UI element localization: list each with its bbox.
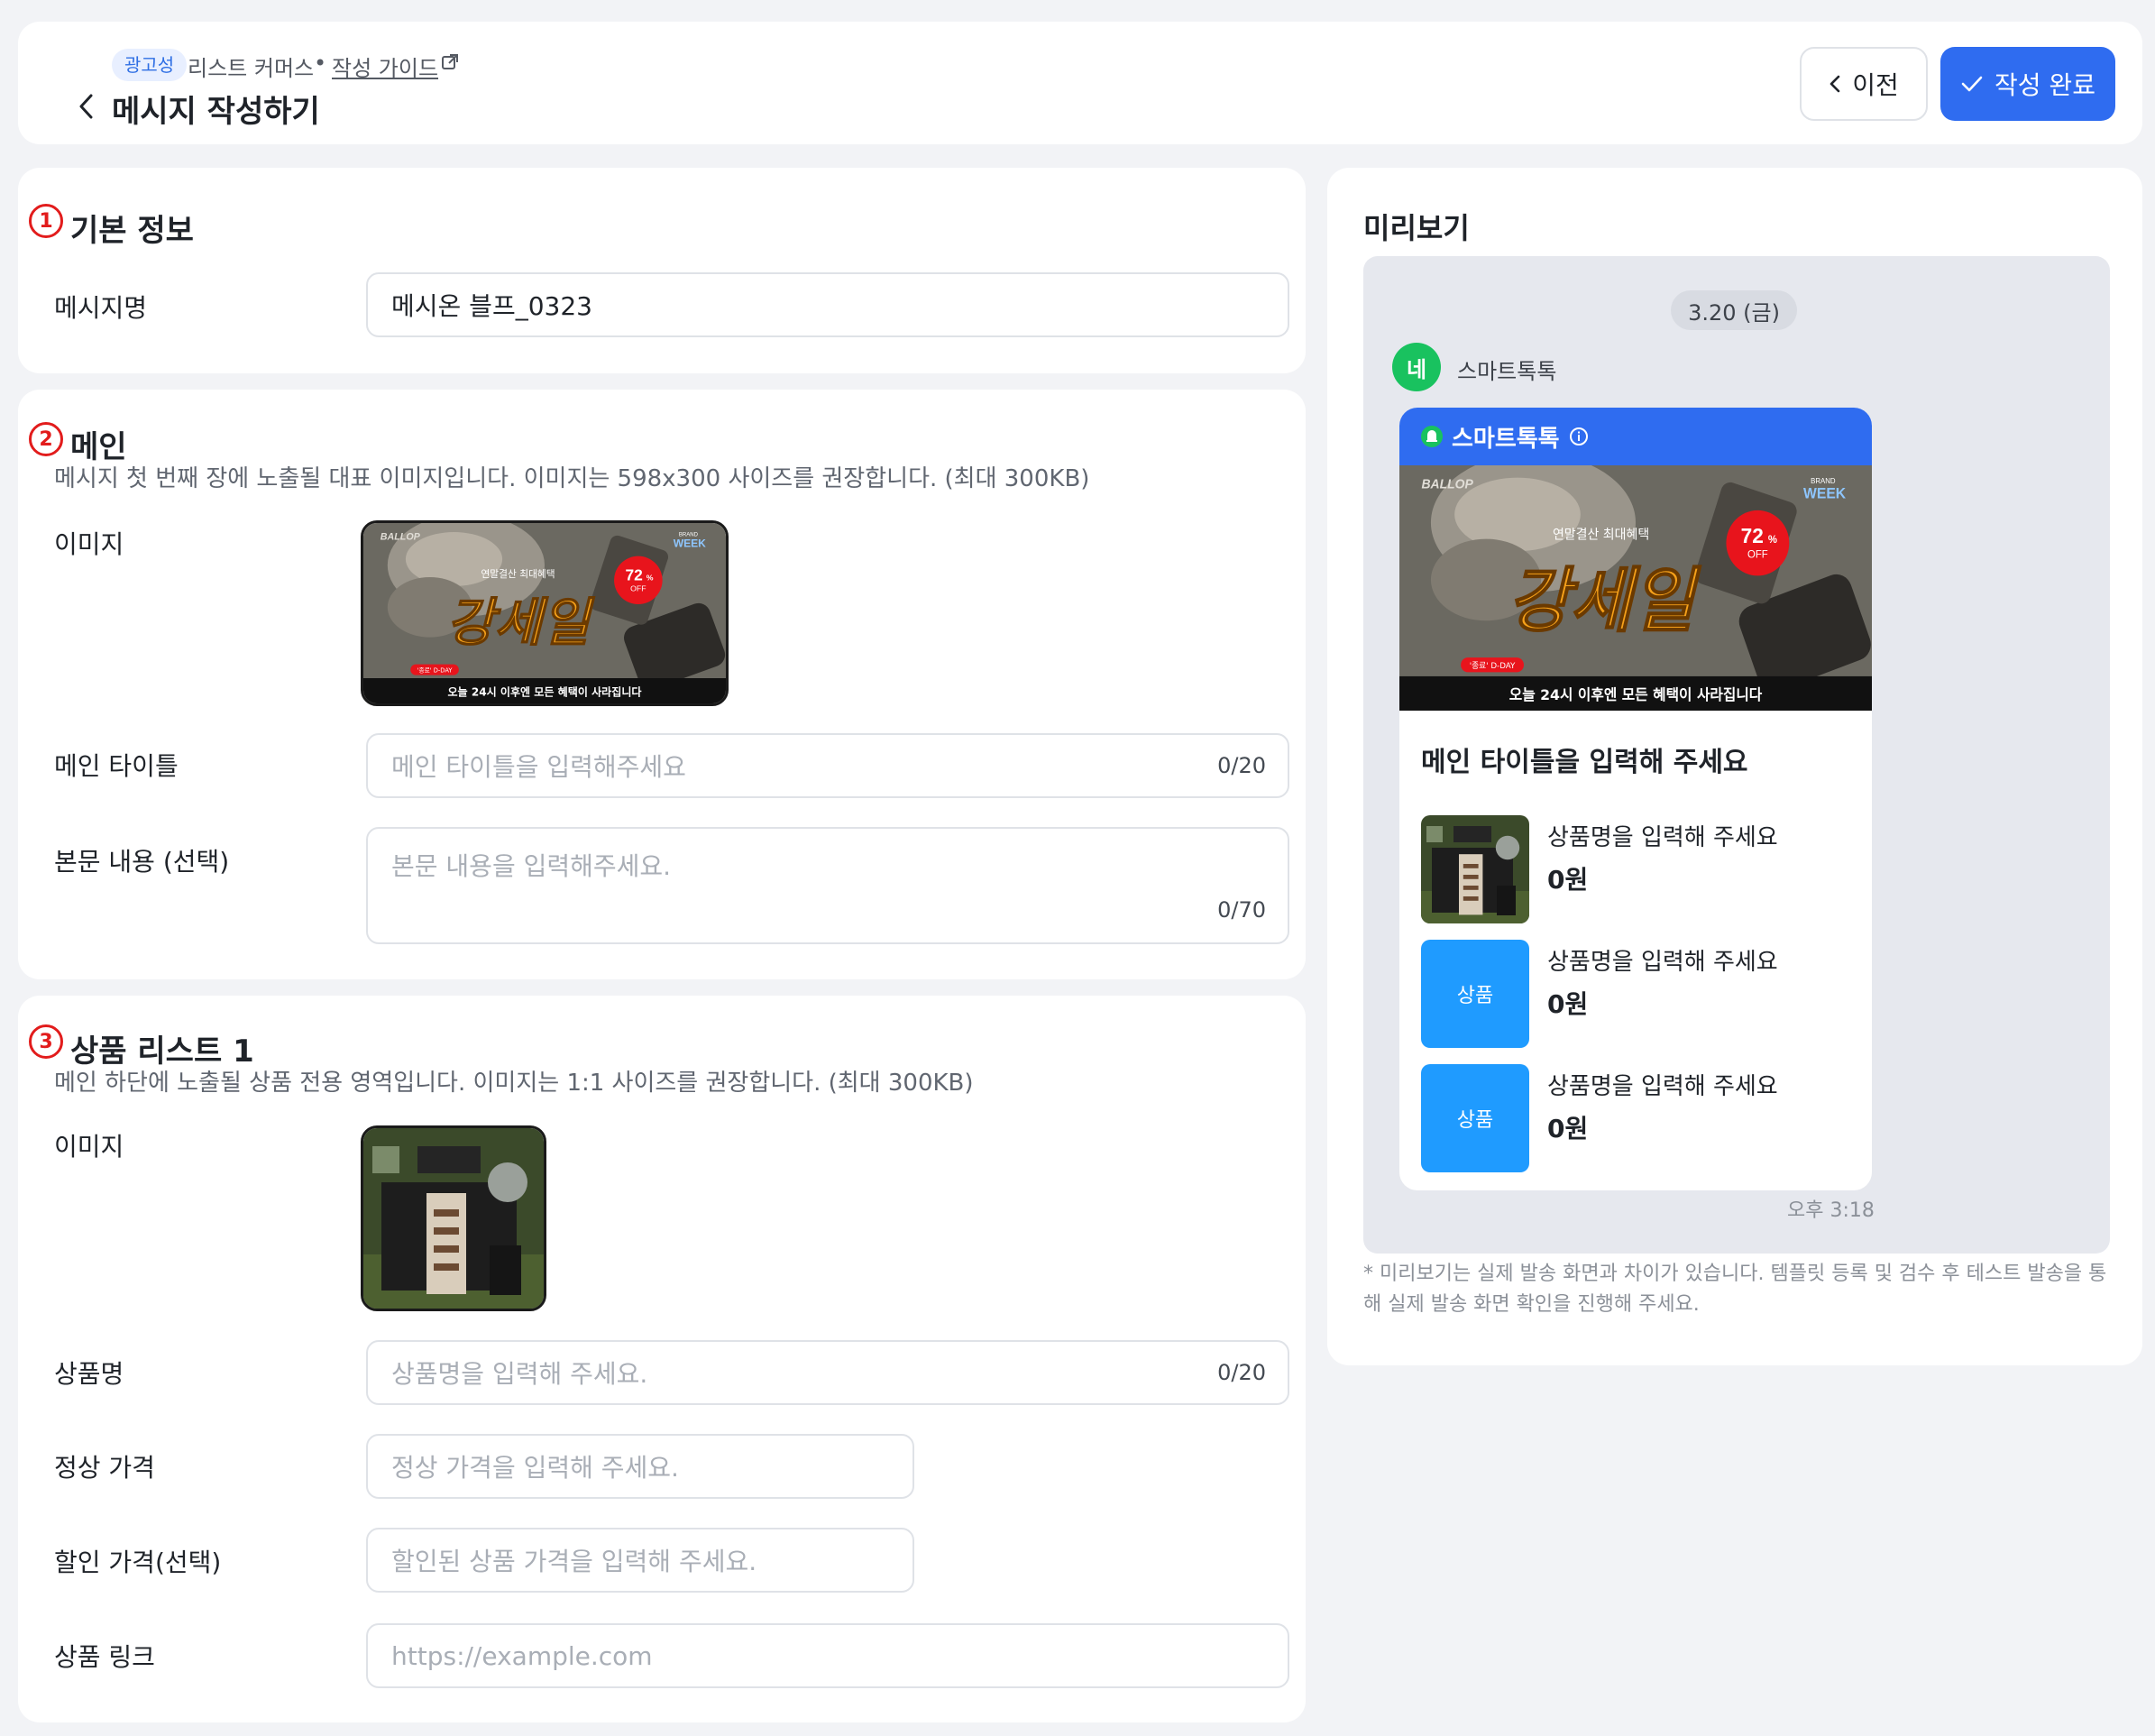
preview-note: * 미리보기는 실제 발송 화면과 차이가 있습니다. 템플릿 등록 및 검수 … [1363, 1263, 2107, 1316]
main-title-counter: 0/20 [1217, 753, 1266, 778]
ad-badge: 광고성 [112, 49, 188, 81]
product-link-label: 상품 링크 [54, 1642, 155, 1672]
preview-product-price: 0원 [1547, 865, 1589, 895]
info-icon[interactable] [1569, 427, 1589, 446]
main-image-thumbnail[interactable]: BALLOP BRAND WEEK 연말결산 최대혜택 강세일 72 % OFF… [361, 520, 729, 706]
product-link-placeholder: https://example.com [391, 1640, 653, 1671]
writing-guide-link[interactable]: 작성 가이드 [332, 51, 438, 82]
preview-main-title: 메인 타이틀을 입력해 주세요 [1421, 747, 1748, 778]
banner-brand: BALLOP [1421, 477, 1473, 491]
check-icon [1961, 76, 1983, 92]
banner-bottom-text: 오늘 24시 이후엔 모든 혜택이 사라집니다 [447, 684, 641, 698]
banner-brand-badge: WEEK [674, 537, 706, 550]
preview-chat-area: 3.20 (금) 네 스마트톡톡 스마트톡톡 BALLOP BRAND WEEK… [1363, 256, 2110, 1254]
external-link-icon[interactable] [440, 52, 460, 72]
list-item: 상품명을 입력해 주세요 0원 [1421, 815, 1854, 923]
message-name-label: 메시지명 [54, 293, 148, 323]
message-time: 오후 3:18 [1787, 1199, 1875, 1222]
channel-name: 스마트톡톡 [1452, 425, 1560, 453]
product-link-input[interactable]: https://example.com [366, 1623, 1289, 1688]
banner-brand-badge: WEEK [1803, 485, 1847, 501]
list-item: 상품 상품명을 입력해 주세요 0원 [1421, 1064, 1854, 1172]
message-bubble: 스마트톡톡 BALLOP BRAND WEEK 연말결산 최대혜택 강세일 72 [1399, 408, 1872, 1190]
sender-name: 스마트톡톡 [1457, 359, 1557, 384]
basic-info-section: 1 기본 정보 메시지명 메시온 블프_0323 [18, 168, 1306, 373]
bubble-header: 스마트톡톡 [1399, 408, 1872, 465]
complete-button[interactable]: 작성 완료 [1940, 47, 2115, 121]
banner-off: OFF [630, 583, 646, 592]
product-name-placeholder: 상품명을 입력해 주세요. [391, 1359, 648, 1389]
preview-product-placeholder: 상품 [1421, 940, 1529, 1048]
main-title-label: 메인 타이틀 [54, 751, 179, 781]
top-header: 광고성 리스트 커머스 • 작성 가이드 메시지 작성하기 이전 작성 완료 [18, 22, 2142, 144]
discount-price-input[interactable]: 할인된 상품 가격을 입력해 주세요. [366, 1528, 914, 1593]
breadcrumb-category: 리스트 커머스 [188, 56, 315, 81]
previous-button[interactable]: 이전 [1800, 47, 1928, 121]
product-image-label: 이미지 [54, 1132, 124, 1162]
preview-title: 미리보기 [1363, 211, 1470, 245]
banner-bottom-text: 오늘 24시 이후엔 모든 혜택이 사라집니다 [1509, 686, 1763, 703]
main-title-input[interactable]: 메인 타이틀을 입력해주세요 0/20 [366, 733, 1289, 798]
preview-banner-image: BALLOP BRAND WEEK 연말결산 최대혜택 강세일 72 % OFF… [1399, 465, 1872, 711]
message-name-input[interactable]: 메시온 블프_0323 [366, 272, 1289, 337]
body-content-label: 본문 내용 (선택) [54, 847, 230, 877]
body-content-counter: 0/70 [1217, 897, 1266, 923]
body-content-textarea[interactable]: 본문 내용을 입력해주세요. 0/70 [366, 827, 1289, 944]
banner-discount: 72 [625, 565, 642, 583]
banner-headline: 강세일 [446, 592, 595, 653]
banner-discount-unit: % [646, 573, 654, 582]
main-title-placeholder: 메인 타이틀을 입력해주세요 [391, 752, 686, 782]
date-pill: 3.20 (금) [1671, 290, 1797, 330]
list-item: 상품 상품명을 입력해 주세요 0원 [1421, 940, 1854, 1048]
section-description: 메인 하단에 노출될 상품 전용 영역입니다. 이미지는 1:1 사이즈를 권장… [54, 1070, 974, 1097]
body-content-placeholder: 본문 내용을 입력해주세요. [391, 851, 672, 881]
preview-product-price: 0원 [1547, 989, 1589, 1019]
preview-product-name: 상품명을 입력해 주세요 [1547, 949, 1778, 976]
chevron-left-icon [79, 94, 93, 119]
preview-product-placeholder: 상품 [1421, 1064, 1529, 1172]
back-button[interactable] [61, 81, 112, 132]
product-name-input[interactable]: 상품명을 입력해 주세요. 0/20 [366, 1340, 1289, 1405]
preview-product-thumbnail [1421, 815, 1529, 923]
complete-button-label: 작성 완료 [1995, 70, 2095, 100]
section-description: 메시지 첫 번째 장에 노출될 대표 이미지입니다. 이미지는 598x300 … [54, 465, 1090, 492]
avatar: 네 [1392, 343, 1441, 391]
banner-dday: '종료' D-DAY [417, 666, 454, 674]
banner-discount-unit: % [1768, 535, 1777, 546]
banner-headline-small: 연말결산 최대혜택 [481, 568, 555, 580]
regular-price-input[interactable]: 정상 가격을 입력해 주세요. [366, 1434, 914, 1499]
discount-price-label: 할인 가격(선택) [54, 1548, 222, 1577]
main-section: 2 메인 메시지 첫 번째 장에 노출될 대표 이미지입니다. 이미지는 598… [18, 390, 1306, 979]
chevron-left-icon [1829, 75, 1840, 93]
banner-headline: 강세일 [1508, 561, 1701, 643]
preview-product-price: 0원 [1547, 1114, 1589, 1144]
banner-discount: 72 [1741, 524, 1764, 547]
banner-off: OFF [1747, 549, 1768, 560]
preview-product-name: 상품명을 입력해 주세요 [1547, 1073, 1778, 1100]
bell-icon [1421, 426, 1443, 447]
banner-brand: BALLOP [381, 532, 421, 543]
breadcrumb-separator: • [314, 51, 327, 76]
regular-price-label: 정상 가격 [54, 1453, 155, 1483]
preview-panel: 미리보기 3.20 (금) 네 스마트톡톡 스마트톡톡 BALLOP BRAND… [1327, 168, 2142, 1365]
preview-product-name: 상품명을 입력해 주세요 [1547, 824, 1778, 851]
product-name-label: 상품명 [54, 1359, 124, 1389]
main-image-label: 이미지 [54, 529, 124, 559]
section-title: 기본 정보 [70, 213, 194, 249]
message-name-value: 메시온 블프_0323 [391, 291, 592, 321]
previous-button-label: 이전 [1852, 70, 1899, 100]
product-name-counter: 0/20 [1217, 1360, 1266, 1385]
banner-brand-badge-top: BRAND [1811, 477, 1836, 485]
product-list-section: 3 상품 리스트 1 메인 하단에 노출될 상품 전용 영역입니다. 이미지는 … [18, 996, 1306, 1722]
product-image-thumbnail[interactable] [361, 1125, 546, 1311]
discount-price-placeholder: 할인된 상품 가격을 입력해 주세요. [391, 1547, 757, 1576]
page-title: 메시지 작성하기 [112, 94, 320, 130]
banner-dday: '종료' D-DAY [1470, 661, 1516, 671]
banner-headline-small: 연말결산 최대혜택 [1553, 527, 1649, 542]
regular-price-placeholder: 정상 가격을 입력해 주세요. [391, 1453, 679, 1483]
